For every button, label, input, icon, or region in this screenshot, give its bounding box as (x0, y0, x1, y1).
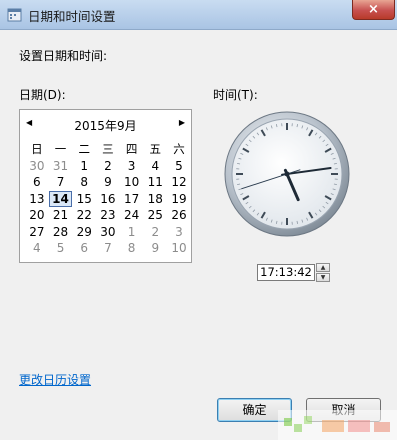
weekday-header: 六 (173, 142, 185, 156)
calendar-day[interactable]: 17 (120, 191, 144, 208)
calendar-day[interactable]: 7 (96, 240, 120, 257)
time-input[interactable]: 17:13:42 (257, 264, 315, 281)
window-title: 日期和时间设置 (28, 9, 116, 24)
calendar-day[interactable]: 7 (49, 174, 73, 191)
calendar-day[interactable]: 18 (143, 191, 167, 208)
calendar-day[interactable]: 31 (49, 158, 73, 175)
calendar-day[interactable]: 19 (167, 191, 191, 208)
calendar-day[interactable]: 28 (49, 224, 73, 241)
calendar-day[interactable]: 21 (49, 207, 73, 224)
calendar-day[interactable]: 6 (25, 174, 49, 191)
calendar-clock-icon (7, 8, 22, 22)
calendar-day[interactable]: 16 (96, 191, 120, 208)
title-bar: 日期和时间设置 × (0, 0, 397, 30)
analog-clock (224, 111, 350, 237)
calendar-day[interactable]: 15 (72, 191, 96, 208)
weekday-header: 一 (54, 142, 67, 156)
calendar-day[interactable]: 4 (143, 158, 167, 175)
calendar-day[interactable]: 27 (25, 224, 49, 241)
calendar-grid: 日一二三四五六 30 31 1 2 3 4 5 6 7 8 9 10 11 12 13 14 15 16 17 18 19… (25, 141, 191, 257)
calendar: ◀ 2015年9月 ▶ 日一二三四五六 30 31 1 2 3 4 5 6 7 8 9 10 11 12 13… (19, 109, 192, 263)
change-calendar-link[interactable]: 更改日历设置 (19, 371, 91, 388)
spin-down-icon[interactable]: ▼ (316, 273, 330, 282)
calendar-day[interactable]: 9 (96, 174, 120, 191)
section-label: 设置日期和时间: (19, 49, 108, 63)
calendar-day[interactable]: 22 (72, 207, 96, 224)
calendar-day[interactable]: 4 (25, 240, 49, 257)
calendar-day[interactable]: 29 (72, 224, 96, 241)
calendar-day[interactable]: 11 (143, 174, 167, 191)
watermark-logo (278, 410, 397, 440)
weekday-header: 五 (149, 142, 162, 156)
calendar-day[interactable]: 23 (96, 207, 120, 224)
calendar-day[interactable]: 2 (96, 158, 120, 175)
calendar-day[interactable]: 1 (72, 158, 96, 175)
weekday-header: 日 (31, 142, 43, 156)
close-button[interactable]: × (352, 0, 395, 20)
calendar-day[interactable]: 3 (167, 224, 191, 241)
calendar-day[interactable]: 26 (167, 207, 191, 224)
calendar-day[interactable]: 10 (120, 174, 144, 191)
date-label: 日期(D): (19, 88, 66, 102)
calendar-day[interactable]: 10 (167, 240, 191, 257)
clock-center (284, 171, 290, 177)
calendar-day[interactable]: 14 (48, 190, 73, 207)
weekday-header: 四 (125, 142, 138, 156)
calendar-day[interactable]: 2 (143, 224, 167, 241)
time-spinner: ▲ ▼ (316, 263, 330, 282)
calendar-day[interactable]: 5 (49, 240, 73, 257)
calendar-day[interactable]: 3 (120, 158, 144, 175)
time-label: 时间(T): (213, 88, 258, 102)
weekday-header: 二 (78, 142, 90, 156)
calendar-day[interactable]: 30 (96, 224, 120, 241)
calendar-day[interactable]: 13 (25, 191, 49, 208)
calendar-day[interactable]: 8 (120, 240, 144, 257)
calendar-day[interactable]: 8 (72, 174, 96, 191)
calendar-day[interactable]: 5 (167, 158, 191, 175)
calendar-day[interactable]: 20 (25, 207, 49, 224)
calendar-day[interactable]: 24 (120, 207, 144, 224)
month-title[interactable]: 2015年9月 (20, 117, 191, 134)
calendar-day[interactable]: 9 (143, 240, 167, 257)
weekday-header: 三 (102, 142, 114, 156)
calendar-day[interactable]: 6 (72, 240, 96, 257)
calendar-day[interactable]: 25 (143, 207, 167, 224)
next-month-icon[interactable]: ▶ (179, 118, 185, 127)
spin-up-icon[interactable]: ▲ (316, 263, 330, 272)
calendar-day[interactable]: 12 (167, 174, 191, 191)
calendar-day[interactable]: 30 (25, 158, 49, 175)
calendar-day[interactable]: 1 (120, 224, 144, 241)
